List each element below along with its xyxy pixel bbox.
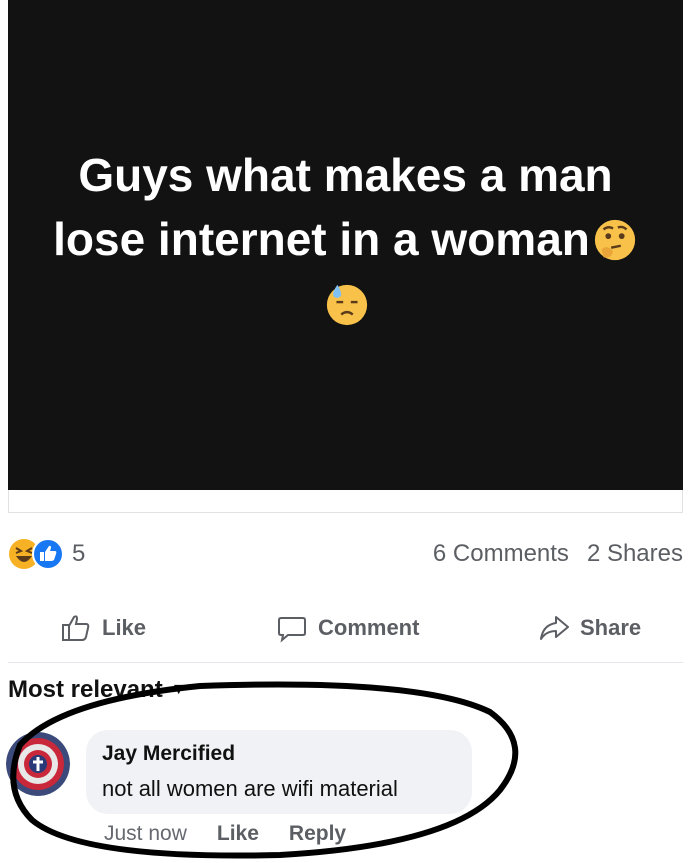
post-image-footer [8,490,683,513]
post-text: Guys what makes a man lose internet in a… [46,143,646,335]
comment-timestamp: Just now [104,822,187,845]
comments-count[interactable]: 6 Comments [433,540,569,568]
shield-avatar-icon [6,732,70,796]
sort-label: Most relevant [8,676,163,703]
chevron-down-icon: ▼ [170,681,187,698]
comment-reply-button[interactable]: Reply [289,822,346,846]
reactions-summary[interactable]: 5 [8,538,85,570]
thumbs-up-icon [62,615,90,641]
like-label: Like [102,615,147,640]
comment-like-button[interactable]: Like [217,822,259,846]
share-label: Share [580,615,642,640]
commenter-name[interactable]: Jay Mercified [102,742,235,766]
shares-count[interactable]: 2 Shares [587,540,683,568]
comment-sort-dropdown[interactable]: Most relevant ▼ [8,676,187,704]
post-stats: 5 6 Comments 2 Shares [8,536,683,572]
comment-meta: Just now Like Reply [104,822,346,846]
sweat-face-icon [326,284,367,326]
like-button[interactable]: Like [60,612,146,644]
comment-label: Comment [318,615,420,640]
comment-button[interactable]: Comment [276,612,419,644]
divider [8,662,683,663]
reaction-count: 5 [72,540,86,567]
share-button[interactable]: Share [538,612,641,644]
comment-bubble[interactable]: Jay Mercified not all women are wifi mat… [86,730,472,814]
avatar[interactable] [6,732,70,796]
comment-bubble-icon [278,617,306,643]
post-image[interactable]: Guys what makes a man lose internet in a… [8,0,683,490]
post-actions: Like Comment Share [8,605,683,651]
post-caption: Guys what makes a man lose internet in a… [53,149,613,265]
thinking-face-icon [594,219,636,261]
share-arrow-icon [540,616,569,640]
like-reaction-icon [32,538,64,570]
comment-text: not all women are wifi material [102,776,398,801]
